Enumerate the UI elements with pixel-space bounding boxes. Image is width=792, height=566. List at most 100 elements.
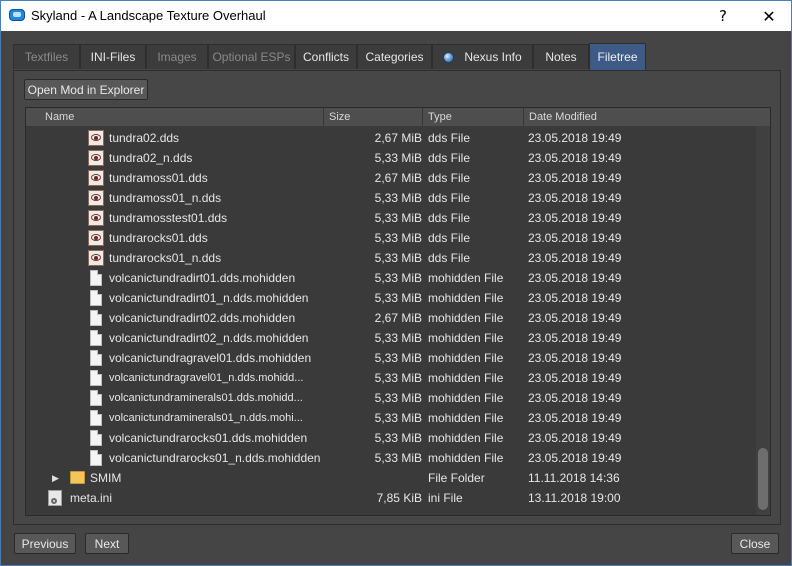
tab-filetree[interactable]: Filetree [589, 43, 646, 70]
blank-file-icon [90, 390, 102, 406]
file-size: 5,33 MiB [374, 231, 422, 245]
help-button[interactable]: ? [701, 1, 745, 31]
tree-row[interactable]: volcanictundradirt02.dds.mohidden 2,67 Mi… [26, 308, 756, 328]
dds-image-icon [88, 170, 104, 186]
app-logo-icon [9, 9, 25, 21]
tree-row[interactable]: volcanictundragravel01.dds.mohidden 5,33 … [26, 348, 756, 368]
file-type: dds File [428, 211, 471, 225]
dds-image-icon [88, 190, 104, 206]
tab-conflicts[interactable]: Conflicts [295, 44, 357, 69]
tab-ini-files[interactable]: INI-Files [80, 44, 146, 69]
file-name: volcanictundrarocks01_n.dds.mohidden [109, 451, 321, 465]
next-button[interactable]: Next [85, 533, 129, 554]
tree-row-folder[interactable]: ▶ SMIM File Folder 11.11.2018 14:36 [26, 468, 756, 488]
file-name: tundramoss01_n.dds [109, 191, 222, 205]
file-date: 11.11.2018 14:36 [528, 471, 620, 485]
scrollbar-thumb[interactable] [758, 448, 768, 510]
previous-button[interactable]: Previous [14, 533, 76, 554]
file-type: mohidden File [428, 271, 504, 285]
blank-file-icon [90, 290, 102, 306]
tree-row[interactable]: volcanictundrarocks01.dds.mohidden 5,33 M… [26, 428, 756, 448]
file-name: volcanictundradirt01_n.dds.mohidden [109, 291, 309, 305]
file-size: 5,33 MiB [374, 331, 422, 345]
tree-row[interactable]: tundramoss01_n.dds 5,33 MiB dds File 23.05.… [26, 188, 756, 208]
blank-file-icon [90, 410, 102, 426]
file-date: 23.05.2018 19:49 [528, 451, 622, 465]
expand-arrow-icon[interactable]: ▶ [52, 468, 62, 488]
file-type: mohidden File [428, 291, 504, 305]
tree-row[interactable]: volcanictundrarocks01_n.dds.mohidden 5,33… [26, 448, 756, 468]
blank-file-icon [90, 270, 102, 286]
tree-row[interactable]: volcanictundradirt01.dds.mohidden 5,33 Mi… [26, 268, 756, 288]
globe-icon [443, 51, 455, 63]
file-name: tundramosstest01.dds [109, 211, 228, 225]
file-size: 5,33 MiB [374, 191, 422, 205]
file-name: tundrarocks01_n.dds [109, 251, 222, 265]
tab-optional-esps[interactable]: Optional ESPs [208, 44, 295, 69]
tree-row[interactable]: volcanictundradirt02_n.dds.mohidden 5,33 … [26, 328, 756, 348]
file-date: 23.05.2018 19:49 [528, 331, 622, 345]
file-type: dds File [428, 191, 471, 205]
column-header-size[interactable]: Size [324, 108, 423, 126]
file-type: dds File [428, 131, 471, 145]
window-title: Skyland - A Landscape Texture Overhaul [31, 8, 266, 23]
tree-row[interactable]: tundrarocks01.dds 5,33 MiB dds File 23.05.2… [26, 228, 756, 248]
file-name: volcanictundraminerals01_n.dds.mohi... [109, 412, 303, 424]
file-type: dds File [428, 251, 471, 265]
file-size: 2,67 MiB [374, 171, 422, 185]
open-in-explorer-button[interactable]: Open Mod in Explorer [24, 79, 148, 100]
dds-image-icon [88, 130, 104, 146]
blank-file-icon [90, 310, 102, 326]
tree-row[interactable]: tundrarocks01_n.dds 5,33 MiB dds File 23.05… [26, 248, 756, 268]
folder-name: SMIM [90, 471, 122, 485]
file-tree-view[interactable]: Name Size Type Date Modified tundra02.dd… [25, 107, 771, 516]
file-name: volcanictundradirt02_n.dds.mohidden [109, 331, 309, 345]
tab-textfiles[interactable]: Textfiles [13, 44, 80, 69]
tree-row[interactable]: volcanictundraminerals01.dds.mohidd... 5,… [26, 388, 756, 408]
file-date: 23.05.2018 19:49 [528, 311, 622, 325]
tree-row[interactable]: tundra02.dds 2,67 MiB dds File 23.05.2018 1… [26, 128, 756, 148]
file-name: tundrarocks01.dds [109, 231, 208, 245]
tab-nexus-info-label: Nexus Info [464, 50, 522, 64]
close-button[interactable]: Close [731, 533, 779, 554]
tab-categories[interactable]: Categories [357, 44, 432, 69]
vertical-scrollbar[interactable] [756, 126, 770, 515]
tab-images[interactable]: Images [146, 44, 208, 69]
tree-row[interactable]: tundramosstest01.dds 5,33 MiB dds File 23.0… [26, 208, 756, 228]
blank-file-icon [90, 330, 102, 346]
file-name: tundra02_n.dds [109, 151, 193, 165]
column-header-type[interactable]: Type [423, 108, 524, 126]
file-size: 7,85 KiB [376, 491, 422, 505]
tab-notes[interactable]: Notes [533, 44, 589, 69]
column-header-name[interactable]: Name [26, 108, 324, 126]
dds-image-icon [88, 150, 104, 166]
tree-row[interactable]: meta.ini 7,85 KiB ini File 13.11.2018 19:00 [26, 488, 756, 508]
file-type: ini File [428, 491, 463, 505]
file-type: mohidden File [428, 431, 504, 445]
dds-image-icon [88, 250, 104, 266]
file-type: dds File [428, 171, 471, 185]
file-name: tundra02.dds [109, 131, 180, 145]
file-type: dds File [428, 231, 471, 245]
column-header-date[interactable]: Date Modified [524, 108, 770, 126]
tree-row[interactable]: volcanictundragravel01_n.dds.mohidd... 5,… [26, 368, 756, 388]
file-name: volcanictundrarocks01.dds.mohidden [109, 431, 308, 445]
file-size: 5,33 MiB [374, 411, 422, 425]
tree-row[interactable]: volcanictundraminerals01_n.dds.mohi... 5,… [26, 408, 756, 428]
close-window-button[interactable]: ✕ [747, 1, 791, 31]
file-date: 23.05.2018 19:49 [528, 431, 622, 445]
tree-row[interactable]: tundra02_n.dds 5,33 MiB dds File 23.05.2018… [26, 148, 756, 168]
file-name: volcanictundradirt01.dds.mohidden [109, 271, 296, 285]
tab-nexus-info[interactable]: Nexus Info [432, 44, 533, 69]
tree-row[interactable]: tundramoss01.dds 2,67 MiB dds File 23.05.20… [26, 168, 756, 188]
file-date: 23.05.2018 19:49 [528, 131, 622, 145]
file-size: 2,67 MiB [374, 311, 422, 325]
file-date: 13.11.2018 19:00 [528, 491, 621, 505]
file-size: 5,33 MiB [374, 371, 422, 385]
file-date: 23.05.2018 19:49 [528, 231, 622, 245]
file-date: 23.05.2018 19:49 [528, 251, 622, 265]
file-size: 5,33 MiB [374, 211, 422, 225]
file-type: mohidden File [428, 411, 504, 425]
file-date: 23.05.2018 19:49 [528, 211, 622, 225]
tree-row[interactable]: volcanictundradirt01_n.dds.mohidden 5,33 … [26, 288, 756, 308]
